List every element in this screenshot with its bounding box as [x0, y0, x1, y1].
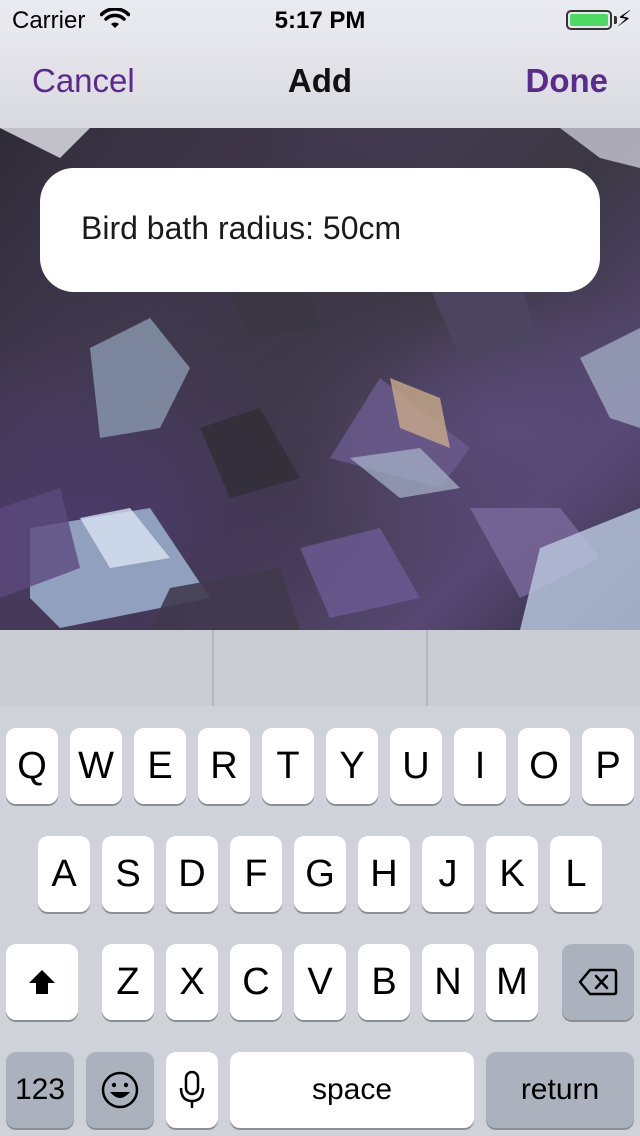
- key-l[interactable]: L: [550, 836, 602, 912]
- key-t[interactable]: T: [262, 728, 314, 804]
- space-bar[interactable]: space: [230, 1052, 474, 1128]
- clock: 5:17 PM: [274, 7, 366, 34]
- text-field[interactable]: Bird bath radius: 50cm: [40, 168, 600, 292]
- predictive-separator: [212, 630, 214, 706]
- key-c[interactable]: C: [230, 944, 282, 1020]
- battery-level: [570, 14, 608, 26]
- key-y[interactable]: Y: [326, 728, 378, 804]
- key-k[interactable]: K: [486, 836, 538, 912]
- key-m[interactable]: M: [486, 944, 538, 1020]
- microphone-icon: [179, 1070, 205, 1108]
- key-s[interactable]: S: [102, 836, 154, 912]
- numbers-button[interactable]: 123: [6, 1052, 74, 1128]
- key-a[interactable]: A: [38, 836, 90, 912]
- key-q[interactable]: Q: [6, 728, 58, 804]
- key-p[interactable]: P: [582, 728, 634, 804]
- done-button[interactable]: Done: [526, 62, 609, 100]
- shift-button[interactable]: [6, 944, 78, 1020]
- key-h[interactable]: H: [358, 836, 410, 912]
- predictive-text-bar: [0, 630, 640, 706]
- emoji-button[interactable]: [86, 1052, 154, 1128]
- key-w[interactable]: W: [70, 728, 122, 804]
- key-d[interactable]: D: [166, 836, 218, 912]
- return-button[interactable]: return: [486, 1052, 634, 1128]
- keyboard: Q W E R T Y U I O P A S D F G H J K L Z …: [0, 706, 640, 1136]
- navigation-bar: Cancel Add Done: [0, 40, 640, 128]
- emoji-icon: [101, 1071, 139, 1109]
- charging-icon: ⚡: [616, 6, 632, 31]
- key-f[interactable]: F: [230, 836, 282, 912]
- key-o[interactable]: O: [518, 728, 570, 804]
- key-i[interactable]: I: [454, 728, 506, 804]
- predictive-separator: [426, 630, 428, 706]
- key-g[interactable]: G: [294, 836, 346, 912]
- key-x[interactable]: X: [166, 944, 218, 1020]
- battery-icon: [566, 10, 612, 30]
- key-r[interactable]: R: [198, 728, 250, 804]
- key-z[interactable]: Z: [102, 944, 154, 1020]
- key-n[interactable]: N: [422, 944, 474, 1020]
- delete-button[interactable]: [562, 944, 634, 1020]
- shift-icon: [29, 970, 55, 994]
- status-bar: Carrier 5:17 PM ⚡: [0, 0, 640, 40]
- key-b[interactable]: B: [358, 944, 410, 1020]
- key-j[interactable]: J: [422, 836, 474, 912]
- text-field-value[interactable]: Bird bath radius: 50cm: [81, 210, 401, 247]
- key-u[interactable]: U: [390, 728, 442, 804]
- key-v[interactable]: V: [294, 944, 346, 1020]
- delete-icon: [578, 968, 618, 996]
- key-e[interactable]: E: [134, 728, 186, 804]
- dictation-button[interactable]: [166, 1052, 218, 1128]
